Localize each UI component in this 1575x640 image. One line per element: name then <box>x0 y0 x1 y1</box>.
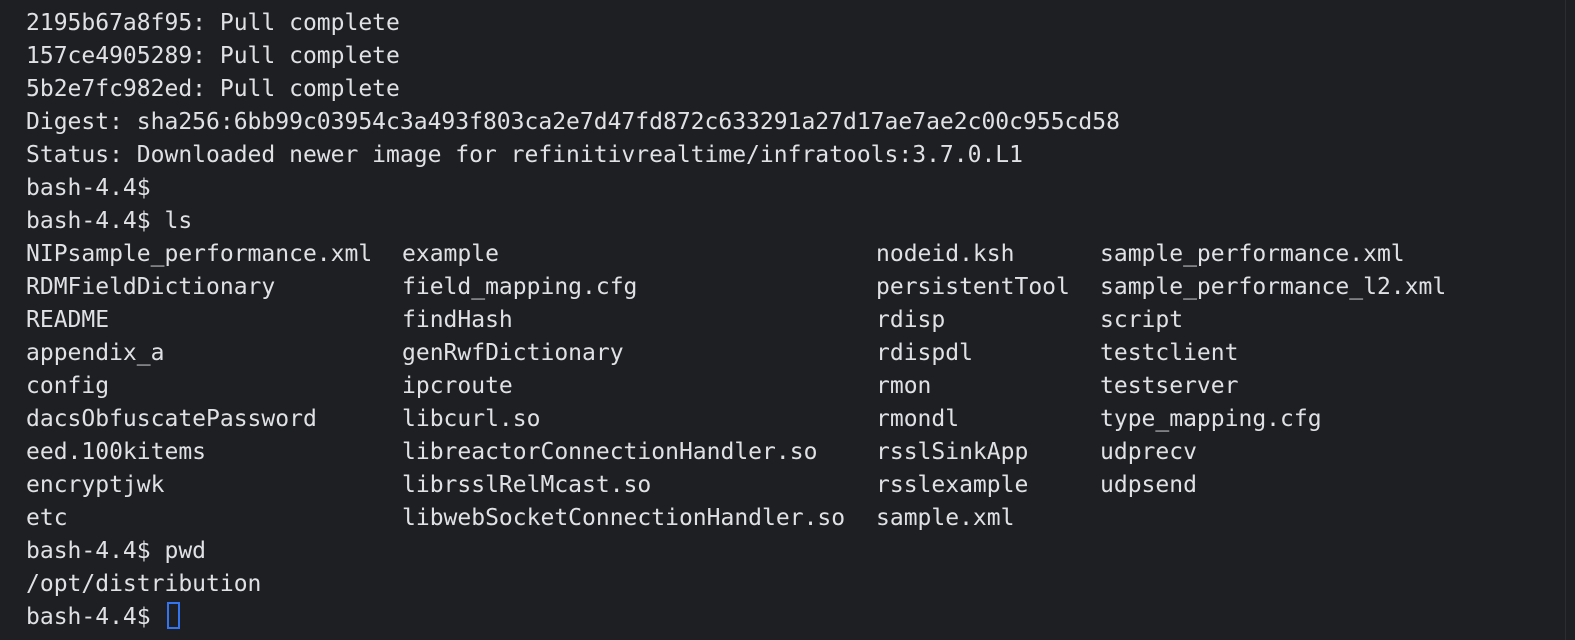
text-cursor[interactable] <box>167 602 181 629</box>
terminal-output: 2195b67a8f95: Pull complete 157ce4905289… <box>26 7 1460 634</box>
ls-entry <box>1100 502 1460 535</box>
ls-entry: udprecv <box>1100 439 1197 465</box>
ls-entry: rmon <box>876 373 932 399</box>
ls-entry: rsslSinkApp <box>876 439 1029 465</box>
ls-entry: example <box>402 241 499 267</box>
ls-entry: encryptjwk <box>26 472 165 498</box>
active-prompt-line[interactable]: bash-4.4$ <box>26 601 1460 634</box>
ls-row: NIPsample_performance.xml example nodeid… <box>26 238 1460 271</box>
ls-entry: sample_performance_l2.xml <box>1100 274 1447 300</box>
ls-row: dacsObfuscatePassword libcurl.so rmondl … <box>26 403 1460 436</box>
digest-line: Digest: sha256:6bb99c03954c3a493f803ca2e… <box>26 109 1120 135</box>
ls-entry: nodeid.ksh <box>876 241 1015 267</box>
ls-entry: field_mapping.cfg <box>402 274 638 300</box>
ls-entry: ipcroute <box>402 373 513 399</box>
prompt-line: bash-4.4$ <box>26 175 151 201</box>
ls-entry: RDMFieldDictionary <box>26 274 276 300</box>
ls-entry: README <box>26 307 110 333</box>
ls-entry: rdisp <box>876 307 946 333</box>
output-line: 157ce4905289: Pull complete <box>26 43 400 69</box>
ls-entry: type_mapping.cfg <box>1100 406 1322 432</box>
output-line: 5b2e7fc982ed: Pull complete <box>26 76 400 102</box>
ls-entry: libcurl.so <box>402 406 541 432</box>
shell-prompt: bash-4.4$ <box>26 604 165 630</box>
ls-entry: eed.100kitems <box>26 439 207 465</box>
ls-entry: rsslexample <box>876 472 1029 498</box>
ls-row: etc libwebSocketConnectionHandler.so sam… <box>26 502 1460 535</box>
ls-entry: findHash <box>402 307 513 333</box>
ls-entry: rmondl <box>876 406 960 432</box>
ls-entry: etc <box>26 505 68 531</box>
ls-entry: script <box>1100 307 1184 333</box>
ls-row: README findHash rdisp script <box>26 304 1460 337</box>
pwd-command-line: bash-4.4$ pwd <box>26 538 207 564</box>
ls-entry: persistentTool <box>876 274 1070 300</box>
ls-command-line: bash-4.4$ ls <box>26 208 193 234</box>
ls-entry: librsslRelMcast.so <box>402 472 652 498</box>
ls-row: eed.100kitems libreactorConnectionHandle… <box>26 436 1460 469</box>
ls-listing: NIPsample_performance.xml example nodeid… <box>26 238 1460 535</box>
scrollbar[interactable] <box>1565 0 1575 640</box>
ls-entry: genRwfDictionary <box>402 340 624 366</box>
ls-entry: dacsObfuscatePassword <box>26 406 317 432</box>
pwd-output-line: /opt/distribution <box>26 571 262 597</box>
ls-entry: libwebSocketConnectionHandler.so <box>402 505 846 531</box>
ls-entry: udpsend <box>1100 472 1197 498</box>
ls-entry: sample_performance.xml <box>1100 241 1405 267</box>
ls-entry: sample.xml <box>876 505 1015 531</box>
output-line: 2195b67a8f95: Pull complete <box>26 10 400 36</box>
ls-entry: config <box>26 373 110 399</box>
ls-row: RDMFieldDictionary field_mapping.cfg per… <box>26 271 1460 304</box>
ls-row: config ipcroute rmon testserver <box>26 370 1460 403</box>
ls-entry: NIPsample_performance.xml <box>26 241 373 267</box>
ls-entry: appendix_a <box>26 340 165 366</box>
ls-entry: testserver <box>1100 373 1239 399</box>
ls-entry: testclient <box>1100 340 1239 366</box>
ls-row: encryptjwk librsslRelMcast.so rsslexampl… <box>26 469 1460 502</box>
ls-entry: rdispdl <box>876 340 973 366</box>
ls-entry: libreactorConnectionHandler.so <box>402 439 818 465</box>
status-line: Status: Downloaded newer image for refin… <box>26 142 1023 168</box>
ls-row: appendix_a genRwfDictionary rdispdl test… <box>26 337 1460 370</box>
terminal-window[interactable]: 2195b67a8f95: Pull complete 157ce4905289… <box>0 0 1575 640</box>
